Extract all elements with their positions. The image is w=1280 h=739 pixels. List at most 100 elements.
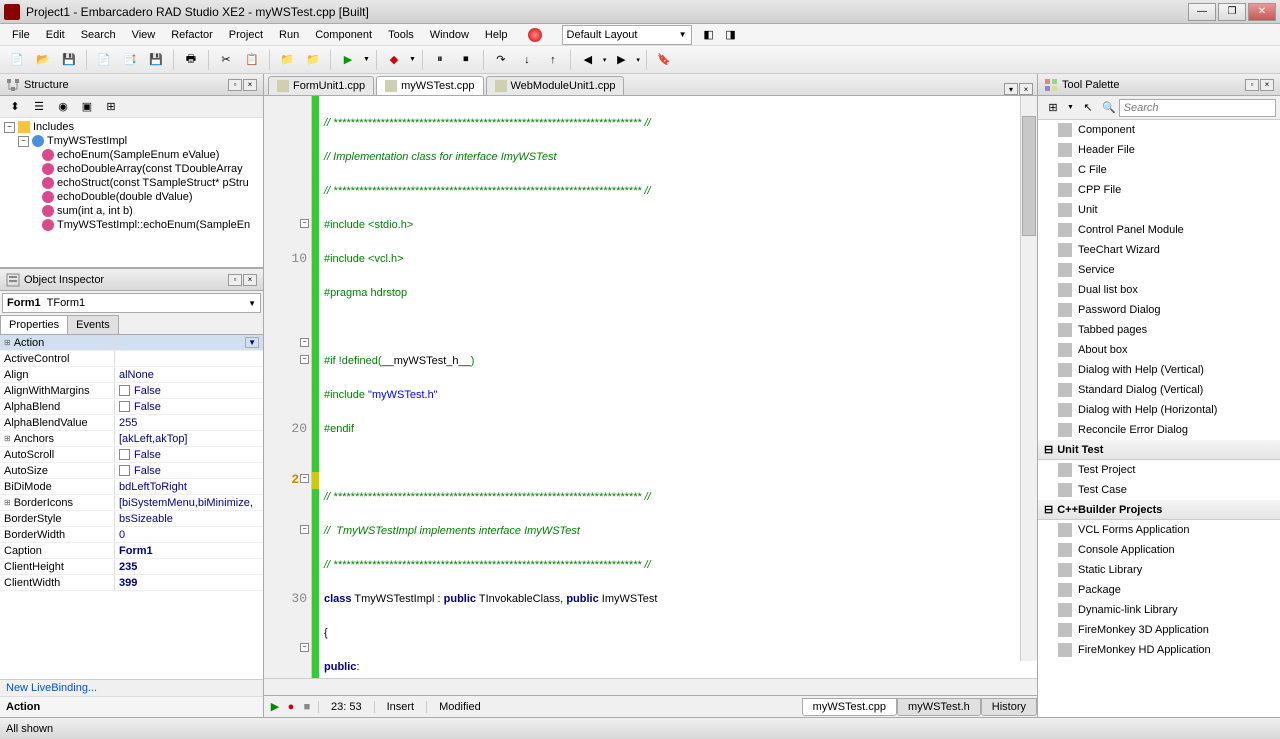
tab-mywstest[interactable]: myWSTest.cpp xyxy=(376,76,483,95)
palette-list[interactable]: ComponentHeader FileC FileCPP FileUnitCo… xyxy=(1038,120,1280,717)
menu-view[interactable]: View xyxy=(124,27,164,43)
folder-icon[interactable]: 📁 xyxy=(276,49,298,71)
run-debug-icon[interactable]: ◆ xyxy=(383,49,405,71)
prop-row[interactable]: BorderIcons[biSystemMenu,biMinimize, xyxy=(0,495,263,511)
palette-item[interactable]: Service xyxy=(1038,260,1280,280)
editor-dropdown-icon[interactable]: ▾ xyxy=(1004,83,1018,95)
menu-tools[interactable]: Tools xyxy=(380,27,422,43)
print-icon[interactable]: 🖶 xyxy=(180,49,202,71)
new-livebinding-link[interactable]: New LiveBinding... xyxy=(0,680,263,696)
palette-item[interactable]: FireMonkey 3D Application xyxy=(1038,620,1280,640)
prop-row[interactable]: AlphaBlendValue255 xyxy=(0,415,263,431)
prop-row[interactable]: AlignWithMarginsFalse xyxy=(0,383,263,399)
prop-row[interactable]: AlphaBlendFalse xyxy=(0,399,263,415)
fold-icon[interactable]: − xyxy=(300,643,309,652)
minimize-button[interactable]: — xyxy=(1188,3,1216,21)
fold-icon[interactable]: − xyxy=(300,338,309,347)
palette-item[interactable]: Header File xyxy=(1038,140,1280,160)
src-tab-cpp[interactable]: myWSTest.cpp xyxy=(802,698,897,716)
menu-refactor[interactable]: Refactor xyxy=(163,27,221,43)
macro-stop-icon[interactable]: ■ xyxy=(300,700,314,714)
pin-icon[interactable]: ▫ xyxy=(228,79,242,91)
prop-row[interactable]: BiDiModebdLeftToRight xyxy=(0,479,263,495)
tb-save-layout-icon[interactable]: ◧ xyxy=(698,24,720,46)
run-icon[interactable]: ▶ xyxy=(337,49,359,71)
vertical-scrollbar[interactable] xyxy=(1020,96,1037,661)
code-area[interactable]: // *************************************… xyxy=(312,96,1037,678)
fold-icon[interactable]: − xyxy=(300,219,309,228)
palette-item[interactable]: FireMonkey HD Application xyxy=(1038,640,1280,660)
prop-row[interactable]: ClientWidth399 xyxy=(0,575,263,591)
palette-item[interactable]: Reconcile Error Dialog xyxy=(1038,420,1280,440)
prop-row[interactable]: AlignalNone xyxy=(0,367,263,383)
stop-icon[interactable]: ⏹ xyxy=(455,49,477,71)
palette-item[interactable]: Static Library xyxy=(1038,560,1280,580)
stop-icon[interactable] xyxy=(528,28,542,42)
src-tab-history[interactable]: History xyxy=(981,698,1037,716)
palette-item[interactable]: Package xyxy=(1038,580,1280,600)
palette-search-input[interactable] xyxy=(1119,99,1276,117)
palette-item[interactable]: VCL Forms Application xyxy=(1038,520,1280,540)
code-editor[interactable]: 10 20 23 30 − − − − − − // *************… xyxy=(264,96,1037,678)
palette-item[interactable]: Dialog with Help (Horizontal) xyxy=(1038,400,1280,420)
menu-edit[interactable]: Edit xyxy=(38,27,73,43)
palette-item[interactable]: TeeChart Wizard xyxy=(1038,240,1280,260)
palette-item[interactable]: Unit xyxy=(1038,200,1280,220)
palette-item[interactable]: Control Panel Module xyxy=(1038,220,1280,240)
inspector-combo[interactable]: Form1 TForm1 xyxy=(2,293,261,313)
horizontal-scrollbar[interactable] xyxy=(264,678,1037,695)
fold-icon[interactable]: − xyxy=(300,474,309,483)
field-icon[interactable]: ▣ xyxy=(76,96,98,118)
step-into-icon[interactable]: ↓ xyxy=(516,49,538,71)
add-icon[interactable]: 📄 xyxy=(93,49,115,71)
open-icon[interactable]: 📂 xyxy=(32,49,54,71)
palette-category[interactable]: ⊟ C++Builder Projects xyxy=(1038,500,1280,520)
src-tab-h[interactable]: myWSTest.h xyxy=(897,698,981,716)
palette-item[interactable]: Dynamic-link Library xyxy=(1038,600,1280,620)
prop-row[interactable]: ClientHeight235 xyxy=(0,559,263,575)
sort-icon[interactable]: ⬍ xyxy=(4,96,26,118)
category-icon[interactable]: ⊞ xyxy=(1042,97,1064,119)
tab-events[interactable]: Events xyxy=(67,315,119,334)
palette-item[interactable]: Test Project xyxy=(1038,460,1280,480)
menu-run[interactable]: Run xyxy=(271,27,307,43)
palette-item[interactable]: Console Application xyxy=(1038,540,1280,560)
palette-item[interactable]: C File xyxy=(1038,160,1280,180)
maximize-button[interactable]: ❐ xyxy=(1218,3,1246,21)
fold-icon[interactable]: − xyxy=(300,355,309,364)
remove-icon[interactable]: 📑 xyxy=(119,49,141,71)
prop-row[interactable]: Anchors[akLeft,akTop] xyxy=(0,431,263,447)
back-icon[interactable]: ◀ xyxy=(577,49,599,71)
layout-combo[interactable]: Default Layout xyxy=(562,25,692,45)
macro-record-icon[interactable]: ● xyxy=(284,700,298,714)
copy-icon[interactable]: 📋 xyxy=(241,49,263,71)
palette-item[interactable]: Component xyxy=(1038,120,1280,140)
palette-item[interactable]: Standard Dialog (Vertical) xyxy=(1038,380,1280,400)
close-button[interactable]: ✕ xyxy=(1248,3,1276,21)
type-icon[interactable]: ◉ xyxy=(52,96,74,118)
palette-item[interactable]: Test Case xyxy=(1038,480,1280,500)
palette-category[interactable]: ⊟ Unit Test xyxy=(1038,440,1280,460)
menu-project[interactable]: Project xyxy=(221,27,271,43)
forward-icon[interactable]: ▶ xyxy=(610,49,632,71)
prop-row[interactable]: AutoSizeFalse xyxy=(0,463,263,479)
step-out-icon[interactable]: ↑ xyxy=(542,49,564,71)
prop-row[interactable]: Action▼ xyxy=(0,335,263,351)
pause-icon[interactable]: ⏸ xyxy=(429,49,451,71)
macro-play-icon[interactable]: ▶ xyxy=(268,700,282,714)
tab-webmodule[interactable]: WebModuleUnit1.cpp xyxy=(486,76,625,95)
palette-item[interactable]: Dual list box xyxy=(1038,280,1280,300)
fold-icon[interactable]: − xyxy=(300,525,309,534)
menu-component[interactable]: Component xyxy=(307,27,380,43)
tab-properties[interactable]: Properties xyxy=(0,315,68,334)
prop-row[interactable]: BorderWidth0 xyxy=(0,527,263,543)
palette-item[interactable]: CPP File xyxy=(1038,180,1280,200)
help-icon[interactable]: 🔖 xyxy=(653,49,675,71)
menu-help[interactable]: Help xyxy=(477,27,516,43)
new-icon[interactable]: 📄 xyxy=(6,49,28,71)
saveall-icon[interactable]: 💾 xyxy=(145,49,167,71)
close-panel-icon[interactable]: × xyxy=(1260,79,1274,91)
close-panel-icon[interactable]: × xyxy=(243,274,257,286)
prop-row[interactable]: ActiveControl xyxy=(0,351,263,367)
pointer-icon[interactable]: ↖ xyxy=(1077,97,1099,119)
